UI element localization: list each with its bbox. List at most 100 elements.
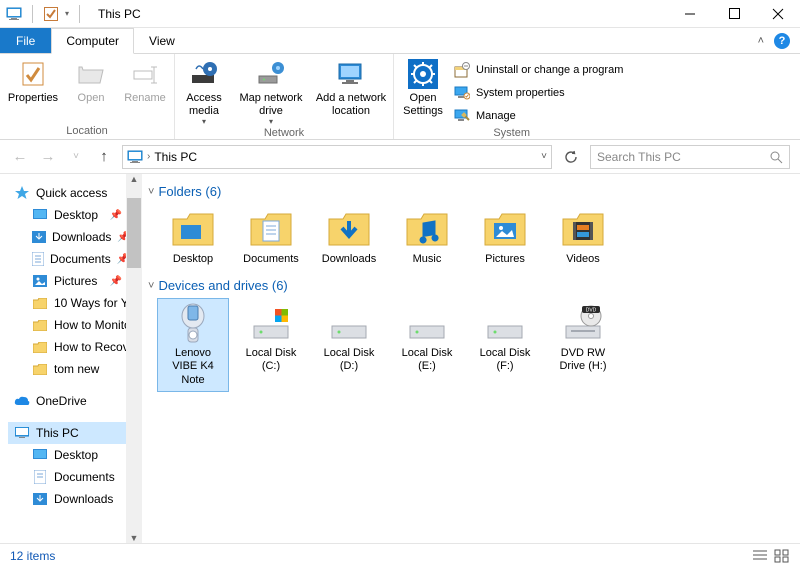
properties-icon bbox=[17, 58, 49, 90]
nav-pc-downloads[interactable]: Downloads bbox=[8, 488, 142, 510]
downloads-folder-icon bbox=[325, 209, 373, 249]
folder-icon bbox=[32, 339, 48, 355]
scroll-up-icon[interactable]: ▲ bbox=[130, 174, 139, 184]
qat-dropdown-icon[interactable]: ▾ bbox=[65, 9, 69, 18]
collapse-ribbon-icon[interactable]: ˄ bbox=[758, 35, 764, 47]
open-icon bbox=[75, 58, 107, 90]
nav-pc-desktop[interactable]: Desktop bbox=[8, 444, 142, 466]
nav-documents[interactable]: Documents📌 bbox=[8, 248, 142, 270]
tab-view[interactable]: View bbox=[134, 28, 190, 53]
drive-f[interactable]: Local Disk(F:) bbox=[470, 299, 540, 391]
folder-pictures[interactable]: Pictures bbox=[470, 205, 540, 270]
scroll-thumb[interactable] bbox=[127, 198, 141, 268]
pictures-icon bbox=[32, 273, 48, 289]
music-folder-icon bbox=[403, 209, 451, 249]
system-properties-icon bbox=[454, 85, 470, 101]
desktop-folder-icon bbox=[169, 209, 217, 249]
properties-button[interactable]: Properties bbox=[6, 56, 60, 105]
documents-folder-icon bbox=[247, 209, 295, 249]
open-button[interactable]: Open bbox=[68, 56, 114, 105]
uninstall-program-button[interactable]: Uninstall or change a program bbox=[454, 60, 623, 80]
chevron-down-icon[interactable]: ˅ bbox=[148, 280, 154, 292]
address-dropdown-icon[interactable]: ˅ bbox=[541, 151, 547, 162]
section-drives-header[interactable]: ˅ Devices and drives (6) bbox=[148, 278, 800, 293]
desktop-icon bbox=[32, 447, 48, 463]
disk-drive-icon bbox=[325, 303, 373, 343]
tab-file[interactable]: File bbox=[0, 28, 51, 53]
drive-dvd[interactable]: DVD DVD RWDrive (H:) bbox=[548, 299, 618, 391]
address-bar-row: ← → ˅ ↑ › This PC ˅ Search This PC bbox=[0, 140, 800, 174]
folder-documents[interactable]: Documents bbox=[236, 205, 306, 270]
videos-folder-icon bbox=[559, 209, 607, 249]
system-properties-button[interactable]: System properties bbox=[454, 83, 623, 103]
star-icon bbox=[14, 185, 30, 201]
folder-videos[interactable]: Videos bbox=[548, 205, 618, 270]
recent-locations-button[interactable]: ˅ bbox=[66, 147, 86, 167]
svg-text:DVD: DVD bbox=[586, 308, 597, 314]
nav-quick-access[interactable]: Quick access bbox=[8, 182, 142, 204]
large-icons-view-button[interactable] bbox=[774, 549, 790, 563]
folder-icon bbox=[32, 295, 48, 311]
drive-c[interactable]: Local Disk(C:) bbox=[236, 299, 306, 391]
section-folders-header[interactable]: ˅ Folders (6) bbox=[148, 184, 800, 199]
details-view-button[interactable] bbox=[752, 549, 768, 563]
thispc-icon bbox=[14, 425, 30, 441]
rename-icon bbox=[129, 58, 161, 90]
nav-folder-4[interactable]: tom new bbox=[8, 358, 142, 380]
content-body: Quick access Desktop📌 Downloads📌 Documen… bbox=[0, 174, 800, 543]
drive-d[interactable]: Local Disk(D:) bbox=[314, 299, 384, 391]
help-icon[interactable]: ? bbox=[774, 33, 790, 49]
scroll-down-icon[interactable]: ▼ bbox=[130, 533, 139, 543]
nav-thispc[interactable]: This PC bbox=[8, 422, 142, 444]
map-network-drive-button[interactable]: Map network drive▾ bbox=[235, 56, 307, 126]
chevron-down-icon[interactable]: ˅ bbox=[148, 186, 154, 198]
nav-desktop[interactable]: Desktop📌 bbox=[8, 204, 142, 226]
documents-icon bbox=[32, 251, 44, 267]
disk-drive-icon bbox=[403, 303, 451, 343]
maximize-button[interactable] bbox=[712, 0, 756, 28]
drive-phone[interactable]: Lenovo VIBE K4 Note bbox=[158, 299, 228, 391]
pictures-folder-icon bbox=[481, 209, 529, 249]
chevron-right-icon[interactable]: › bbox=[147, 151, 150, 162]
minimize-button[interactable] bbox=[668, 0, 712, 28]
manage-button[interactable]: Manage bbox=[454, 106, 623, 126]
nav-pictures[interactable]: Pictures📌 bbox=[8, 270, 142, 292]
add-network-location-button[interactable]: Add a network location bbox=[315, 56, 387, 117]
folder-icon bbox=[32, 317, 48, 333]
navigation-pane[interactable]: Quick access Desktop📌 Downloads📌 Documen… bbox=[0, 174, 142, 543]
status-bar: 12 items bbox=[0, 543, 800, 567]
close-button[interactable] bbox=[756, 0, 800, 28]
folders-grid: Desktop Documents Downloads Music Pictur… bbox=[148, 205, 800, 270]
nav-folder-1[interactable]: 10 Ways for You bbox=[8, 292, 142, 314]
address-bar[interactable]: › This PC ˅ bbox=[122, 145, 552, 169]
window-controls bbox=[668, 0, 800, 28]
back-button[interactable]: ← bbox=[10, 147, 30, 167]
refresh-button[interactable] bbox=[560, 146, 582, 168]
open-settings-button[interactable]: Open Settings bbox=[400, 56, 446, 117]
up-button[interactable]: ↑ bbox=[94, 147, 114, 167]
nav-folder-3[interactable]: How to Recover bbox=[8, 336, 142, 358]
breadcrumb[interactable]: This PC bbox=[154, 150, 197, 164]
properties-check-icon[interactable] bbox=[43, 6, 59, 22]
rename-button[interactable]: Rename bbox=[122, 56, 168, 105]
forward-button[interactable]: → bbox=[38, 147, 58, 167]
folder-music[interactable]: Music bbox=[392, 205, 462, 270]
map-drive-icon bbox=[255, 58, 287, 90]
search-input[interactable]: Search This PC bbox=[590, 145, 790, 169]
nav-pc-documents[interactable]: Documents bbox=[8, 466, 142, 488]
access-media-button[interactable]: Access media▾ bbox=[181, 56, 227, 126]
quick-access-toolbar: ▾ bbox=[0, 5, 90, 23]
tab-computer[interactable]: Computer bbox=[51, 28, 134, 54]
ribbon-group-system: Open Settings Uninstall or change a prog… bbox=[394, 54, 629, 139]
folder-downloads[interactable]: Downloads bbox=[314, 205, 384, 270]
folder-desktop[interactable]: Desktop bbox=[158, 205, 228, 270]
main-pane[interactable]: ˅ Folders (6) Desktop Documents Download… bbox=[142, 174, 800, 543]
nav-downloads[interactable]: Downloads📌 bbox=[8, 226, 142, 248]
nav-scrollbar[interactable]: ▲ ▼ bbox=[126, 174, 142, 543]
downloads-icon bbox=[32, 491, 48, 507]
nav-onedrive[interactable]: OneDrive bbox=[8, 390, 142, 412]
ribbon-group-network: Access media▾ Map network drive▾ Add a n… bbox=[175, 54, 394, 139]
drive-e[interactable]: Local Disk(E:) bbox=[392, 299, 462, 391]
nav-folder-2[interactable]: How to Monitor bbox=[8, 314, 142, 336]
dvd-drive-icon: DVD bbox=[559, 303, 607, 343]
